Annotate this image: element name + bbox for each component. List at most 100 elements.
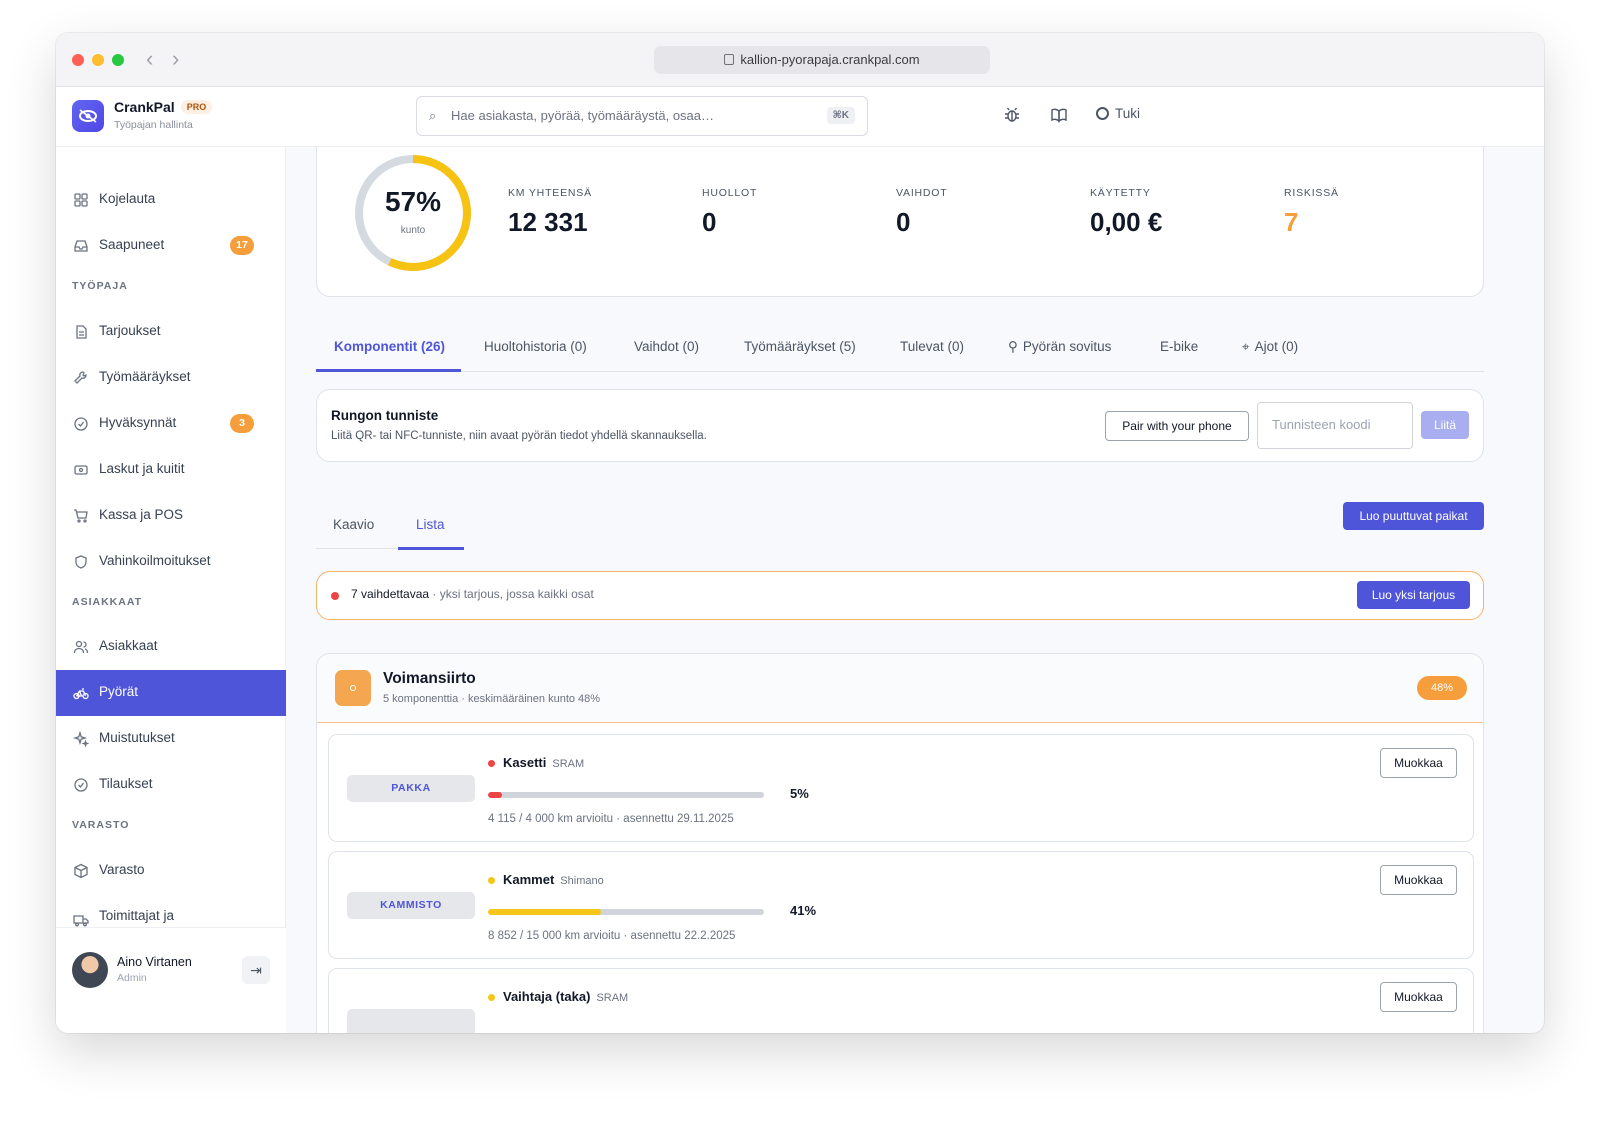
crankpal-logo-icon[interactable] <box>72 100 104 132</box>
sidebar-item-invoices[interactable]: Laskut ja kuitit <box>56 447 286 493</box>
main-content: 57% kunto KM YHTEENSÄ 12 331 HUOLLOT 0 VAI… <box>286 147 1544 1033</box>
app-header: CrankPal PRO Työpajan hallinta ⌕ Hae asia… <box>56 87 1544 147</box>
lifebuoy-icon <box>1096 107 1109 120</box>
sidebar-item-quotes[interactable]: Tarjoukset <box>56 309 286 355</box>
address-bar[interactable]: kallion-pyorapaja.crankpal.com <box>654 46 990 74</box>
browser-window: ‹ › kallion-pyorapaja.crankpal.com Crank… <box>56 33 1544 1033</box>
sidebar-item-pos[interactable]: Kassa ja POS <box>56 493 286 539</box>
tab-replacements[interactable]: Vaihdot (0) <box>634 339 699 354</box>
shield-icon <box>75 555 87 569</box>
active-subtab-indicator <box>398 547 464 550</box>
maximize-window-button[interactable] <box>112 54 124 66</box>
frame-tag-title: Rungon tunniste <box>331 408 439 423</box>
cart-icon <box>74 509 88 523</box>
frame-tag-description: Liitä QR- tai NFC-tunniste, niin avaat p… <box>331 430 707 442</box>
bike-detail-tabs: Komponentit (26) Huoltohistoria (0) Vaih… <box>316 327 1484 372</box>
component-group-drivetrain: Voimansiirto 5 komponenttia · keskimäärä… <box>316 653 1484 1033</box>
user-name: Aino Virtanen <box>117 955 192 969</box>
bug-icon[interactable] <box>1002 106 1022 126</box>
close-window-button[interactable] <box>72 54 84 66</box>
section-title-inventory: VARASTO <box>72 819 130 831</box>
inbox-icon <box>74 240 88 252</box>
condition-bar <box>488 909 764 915</box>
component-status-dot <box>488 994 495 1001</box>
tab-bike-fit[interactable]: ⚲ Pyörän sovitus <box>1008 339 1111 355</box>
support-link[interactable]: Tuki <box>1096 106 1140 121</box>
frame-tag-card: Rungon tunniste Liitä QR- tai NFC-tunnis… <box>316 389 1484 462</box>
create-single-quote-button[interactable]: Luo yksi tarjous <box>1357 581 1470 609</box>
stat-at-risk: RISKISSÄ 7 <box>1284 187 1339 237</box>
sidebar-item-approvals[interactable]: Hyväksynnät 3 <box>56 401 286 447</box>
component-meta: 8 852 / 15 000 km arvioitu · asennettu 2… <box>488 930 736 942</box>
component-meta: 4 115 / 4 000 km arvioitu · asennettu 29… <box>488 813 734 825</box>
group-title: Voimansiirto <box>383 670 476 687</box>
document-icon <box>76 325 87 339</box>
logout-button[interactable]: ⇥ <box>242 956 270 984</box>
users-icon <box>73 640 89 654</box>
approvals-count-badge: 3 <box>230 414 254 433</box>
location-pin-icon: ⌖ <box>1242 339 1250 354</box>
logout-icon: ⇥ <box>250 962 262 978</box>
forward-arrow-icon[interactable]: › <box>172 47 179 71</box>
replacement-alert: 7 vaihdettavaa · yksi tarjous, jossa kai… <box>316 571 1484 620</box>
avatar[interactable] <box>72 952 108 988</box>
condition-label: kunto <box>400 225 426 236</box>
tab-work-orders[interactable]: Työmääräykset (5) <box>744 339 856 354</box>
create-missing-slots-button[interactable]: Luo puuttuvat paikat <box>1343 502 1484 530</box>
back-arrow-icon[interactable]: ‹ <box>146 47 153 71</box>
user-panel: Aino Virtanen Admin ⇥ <box>56 927 286 1033</box>
bike-stats-card: 57% kunto KM YHTEENSÄ 12 331 HUOLLOT 0 VAI… <box>316 147 1484 297</box>
bike-icon: ⚲ <box>1008 339 1018 354</box>
sidebar-item-work-orders[interactable]: Työmääräykset <box>56 355 286 401</box>
section-title-customers: ASIAKKAAT <box>72 596 143 608</box>
tag-code-input[interactable]: Tunnisteen koodi <box>1257 402 1413 449</box>
edit-component-button[interactable]: Muokkaa <box>1380 982 1457 1012</box>
tab-components[interactable]: Komponentit (26) <box>334 339 445 354</box>
tab-service-history[interactable]: Huoltohistoria (0) <box>484 339 587 354</box>
search-shortcut-badge: ⌘K <box>826 107 855 124</box>
tab-list-view[interactable]: Lista <box>416 517 445 532</box>
check-circle-icon <box>74 778 88 792</box>
sidebar-item-bikes[interactable]: Pyörät <box>56 670 286 716</box>
sparkle-icon <box>73 731 89 747</box>
edit-component-button[interactable]: Muokkaa <box>1380 748 1457 778</box>
tab-chart-view[interactable]: Kaavio <box>333 517 374 532</box>
sidebar-item-inbox[interactable]: Saapuneet 17 <box>56 223 286 269</box>
tab-upcoming[interactable]: Tulevat (0) <box>900 339 964 354</box>
sidebar-item-dashboard[interactable]: Kojelauta <box>56 177 286 223</box>
book-icon[interactable] <box>1049 106 1069 126</box>
tab-rides[interactable]: ⌖ Ajot (0) <box>1242 339 1298 355</box>
wrench-icon <box>74 371 87 384</box>
sidebar-item-customers[interactable]: Asiakkaat <box>56 624 286 670</box>
component-condition: 41% <box>790 903 817 918</box>
truck-icon <box>73 915 89 927</box>
receipt-icon <box>74 465 88 475</box>
box-icon <box>74 863 88 879</box>
sidebar-item-claims[interactable]: Vahinkoilmoitukset <box>56 539 286 585</box>
app-subtitle: Työpajan hallinta <box>114 119 193 131</box>
section-title-workshop: TYÖPAJA <box>72 280 128 292</box>
page-icon <box>724 54 735 65</box>
component-slot-label: KAMMISTO <box>347 892 475 919</box>
url-text: kallion-pyorapaja.crankpal.com <box>740 52 920 67</box>
sidebar-item-reminders[interactable]: Muistutukset <box>56 716 286 762</box>
minimize-window-button[interactable] <box>92 54 104 66</box>
sidebar-item-inventory[interactable]: Varasto <box>56 848 286 894</box>
global-search-input[interactable]: ⌕ Hae asiakasta, pyörää, työmääräystä, o… <box>416 96 868 136</box>
drivetrain-icon <box>335 670 371 706</box>
search-icon: ⌕ <box>429 108 437 123</box>
sidebar-item-orders[interactable]: Tilaukset <box>56 762 286 808</box>
edit-component-button[interactable]: Muokkaa <box>1380 865 1457 895</box>
grid-icon <box>74 193 88 207</box>
inbox-count-badge: 17 <box>230 236 254 255</box>
group-header[interactable]: Voimansiirto 5 komponenttia · keskimäärä… <box>317 654 1483 723</box>
sidebar: Kojelauta Saapuneet 17 TYÖPAJA Tarjoukse… <box>56 147 286 1033</box>
component-slot-label <box>347 1009 475 1033</box>
condition-bar-fill <box>488 792 502 798</box>
attach-tag-button[interactable]: Liitä <box>1421 411 1469 439</box>
tab-ebike[interactable]: E-bike <box>1160 339 1198 354</box>
component-name: Kasetti SRAM <box>503 755 585 770</box>
check-circle-icon <box>74 417 88 431</box>
pair-phone-button[interactable]: Pair with your phone <box>1105 411 1249 441</box>
component-name: Kammet Shimano <box>503 872 604 887</box>
